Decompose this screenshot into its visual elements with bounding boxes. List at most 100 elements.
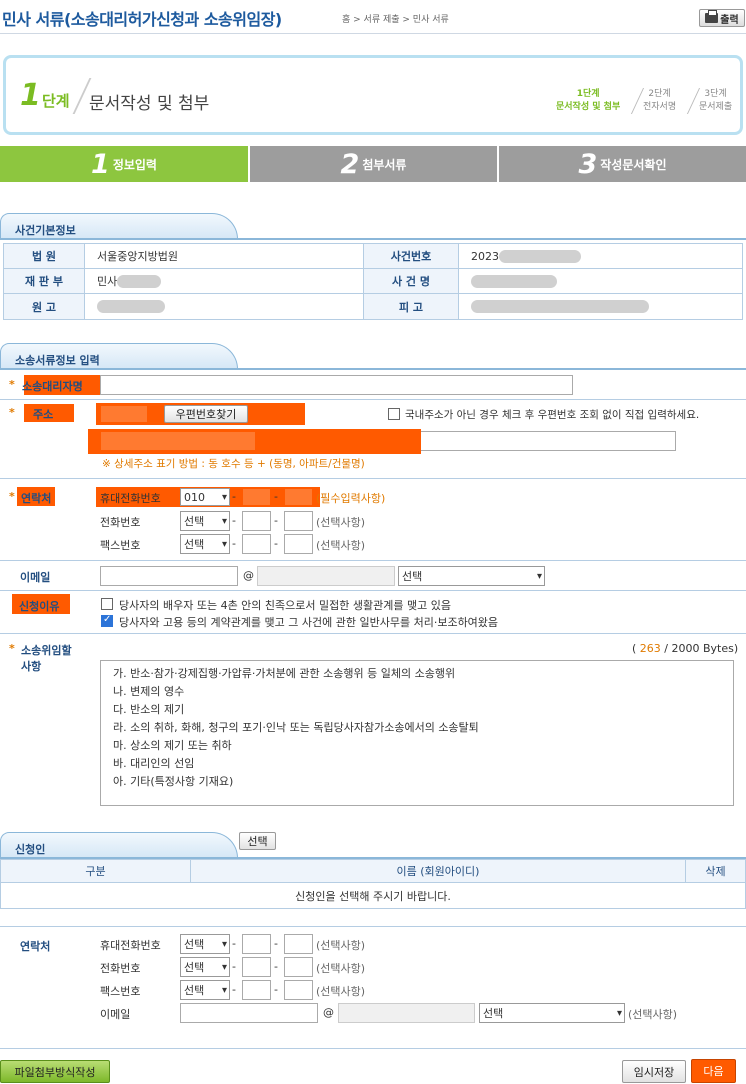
printer-icon (705, 10, 719, 23)
highlight-box (260, 431, 421, 451)
phone-middle-input[interactable] (242, 511, 271, 531)
applicant-mobile-label: 휴대전화번호 (100, 939, 161, 952)
applicant-phone-last-input[interactable] (284, 957, 313, 977)
row-divider (0, 926, 746, 927)
col-header-name: 이름 (회원아이디) (190, 859, 686, 883)
step-name: 문서작성 및 첨부 (89, 94, 210, 114)
mobile-last-input[interactable] (284, 488, 313, 506)
mobile-label: 휴대전화번호 (100, 492, 161, 505)
page-header: 민사 서류(소송대리허가신청과 소송위임장) 홈 > 서류 제출 > 민사 서류… (0, 0, 746, 34)
email-id-input[interactable] (100, 566, 238, 586)
applicant-mobile-last-input[interactable] (284, 934, 313, 954)
applicant-fax-prefix-select[interactable]: 선택 (180, 980, 230, 1000)
row-divider (0, 478, 746, 479)
defendant-value (458, 293, 743, 320)
row-divider (0, 560, 746, 561)
agent-name-input[interactable] (100, 375, 573, 395)
temp-save-button[interactable]: 임시저장 (622, 1060, 686, 1083)
delegation-label-2: 사항 (21, 660, 42, 673)
print-button[interactable]: 출력 (699, 9, 745, 27)
applicant-fax-last-input[interactable] (284, 980, 313, 1000)
optional-note: (선택사항) (316, 539, 366, 552)
fax-prefix-select[interactable]: 선택 (180, 534, 230, 554)
row-divider (0, 1048, 746, 1049)
applicant-mobile-middle-input[interactable] (242, 934, 271, 954)
applicant-phone-prefix-select[interactable]: 선택 (180, 957, 230, 977)
applicant-email-domain-select[interactable]: 선택 (479, 1003, 625, 1023)
reason-1-checkbox[interactable] (101, 598, 113, 610)
foreign-address-note: 국내주소가 아닌 경우 체크 후 우편번호 조회 없이 직접 입력하세요. (405, 409, 700, 421)
applicant-contact-label: 연락처 (20, 940, 51, 953)
plaintiff-label: 원 고 (3, 293, 85, 320)
optional-note: (선택사항) (316, 939, 366, 952)
applicant-select-button[interactable]: 선택 (239, 832, 276, 850)
phone-label: 전화번호 (100, 516, 141, 529)
row-divider (0, 399, 746, 400)
tab-attachments[interactable]: 2 첨부서류 (250, 146, 497, 182)
address-input[interactable] (100, 431, 256, 451)
mini-step-divider (679, 88, 701, 114)
tab-review[interactable]: 3 작성문서확인 (499, 146, 746, 182)
delegation-textarea[interactable]: 가. 반소·참가·강제집행·가압류·가처분에 관한 소송행위 등 일체의 소송행… (100, 660, 734, 806)
section-litigation-info: 소송서류정보 입력 (0, 343, 238, 369)
contact-label: 연락처 (21, 492, 52, 505)
case-number-label: 사건번호 (363, 243, 459, 269)
fax-last-input[interactable] (284, 534, 313, 554)
reason-1-text: 당사자의 배우자 또는 4촌 안의 친족으로서 밀접한 생활관계를 맺고 있음 (119, 599, 451, 612)
applicant-mobile-prefix-select[interactable]: 선택 (180, 934, 230, 954)
mini-step-1: 1단계 문서작성 및 첨부 (556, 89, 621, 112)
division-value: 민사 (84, 268, 364, 294)
optional-note: (선택사항) (316, 985, 366, 998)
required-marker: * (9, 490, 15, 503)
applicant-email-id-input[interactable] (180, 1003, 318, 1023)
applicant-fax-label: 팩스번호 (100, 985, 141, 998)
phone-last-input[interactable] (284, 511, 313, 531)
mobile-prefix-select[interactable]: 010 (180, 488, 230, 506)
optional-note: (선택사항) (628, 1008, 678, 1021)
applicant-empty-row: 신청인을 선택해 주시기 바랍니다. (0, 882, 746, 909)
breadcrumb: 홈 > 서류 제출 > 민사 서류 (342, 15, 449, 25)
case-number-value: 2023 (458, 243, 743, 269)
mobile-middle-input[interactable] (242, 488, 271, 506)
postcode-search-button[interactable]: 우편번호찾기 (164, 405, 248, 423)
case-name-value (458, 268, 743, 294)
email-domain-input[interactable] (257, 566, 395, 586)
reason-2-text: 당사자와 고용 등의 계약관계를 맺고 그 사건에 관한 일반사무를 처리·보조… (119, 616, 499, 629)
applicant-fax-middle-input[interactable] (242, 980, 271, 1000)
required-marker: * (9, 642, 15, 655)
applicant-email-domain-input[interactable] (338, 1003, 475, 1023)
row-divider (0, 590, 746, 591)
defendant-label: 피 고 (363, 293, 459, 320)
address-hint: ※ 상세주소 표기 방법 : 동 호수 등 + (동명, 아파트/건물명) (102, 458, 365, 470)
step-number: 1 (20, 78, 41, 113)
section-case-info: 사건기본정보 (0, 213, 238, 239)
file-attach-button[interactable]: 파일첨부방식작성 (0, 1060, 110, 1083)
division-label: 재 판 부 (3, 268, 85, 294)
email-domain-select[interactable]: 선택 (398, 566, 545, 586)
required-marker: * (9, 406, 15, 419)
court-label: 법 원 (3, 243, 85, 269)
tab-info-input[interactable]: 1 정보입력 (0, 146, 248, 182)
reason-2-checkbox[interactable] (101, 614, 113, 627)
address-label: 주소 (33, 408, 54, 421)
phone-prefix-select[interactable]: 선택 (180, 511, 230, 531)
next-button[interactable]: 다음 (691, 1059, 736, 1083)
required-note: (필수입력사항) (316, 492, 386, 505)
step-indicator: 1 단계 문서작성 및 첨부 1단계 문서작성 및 첨부 2단계 전자서명 3단계 문… (3, 55, 743, 135)
applicant-phone-middle-input[interactable] (242, 957, 271, 977)
required-marker: * (9, 378, 15, 391)
foreign-address-checkbox[interactable] (388, 408, 400, 420)
postcode-input[interactable] (100, 405, 148, 423)
fax-middle-input[interactable] (242, 534, 271, 554)
applicant-email-label: 이메일 (100, 1008, 131, 1021)
mini-step-2: 2단계 전자서명 (643, 89, 677, 112)
row-divider (0, 633, 746, 634)
reason-label: 신청이유 (19, 600, 60, 613)
page-title: 민사 서류(소송대리허가신청과 소송위임장) (2, 10, 282, 29)
col-header-type: 구분 (0, 859, 191, 883)
mini-step-3: 3단계 문서제출 (699, 89, 733, 112)
optional-note: (선택사항) (316, 516, 366, 529)
plaintiff-value (84, 293, 364, 320)
delegation-label-1: 소송위임할 (21, 644, 72, 657)
case-name-label: 사 건 명 (363, 268, 459, 294)
